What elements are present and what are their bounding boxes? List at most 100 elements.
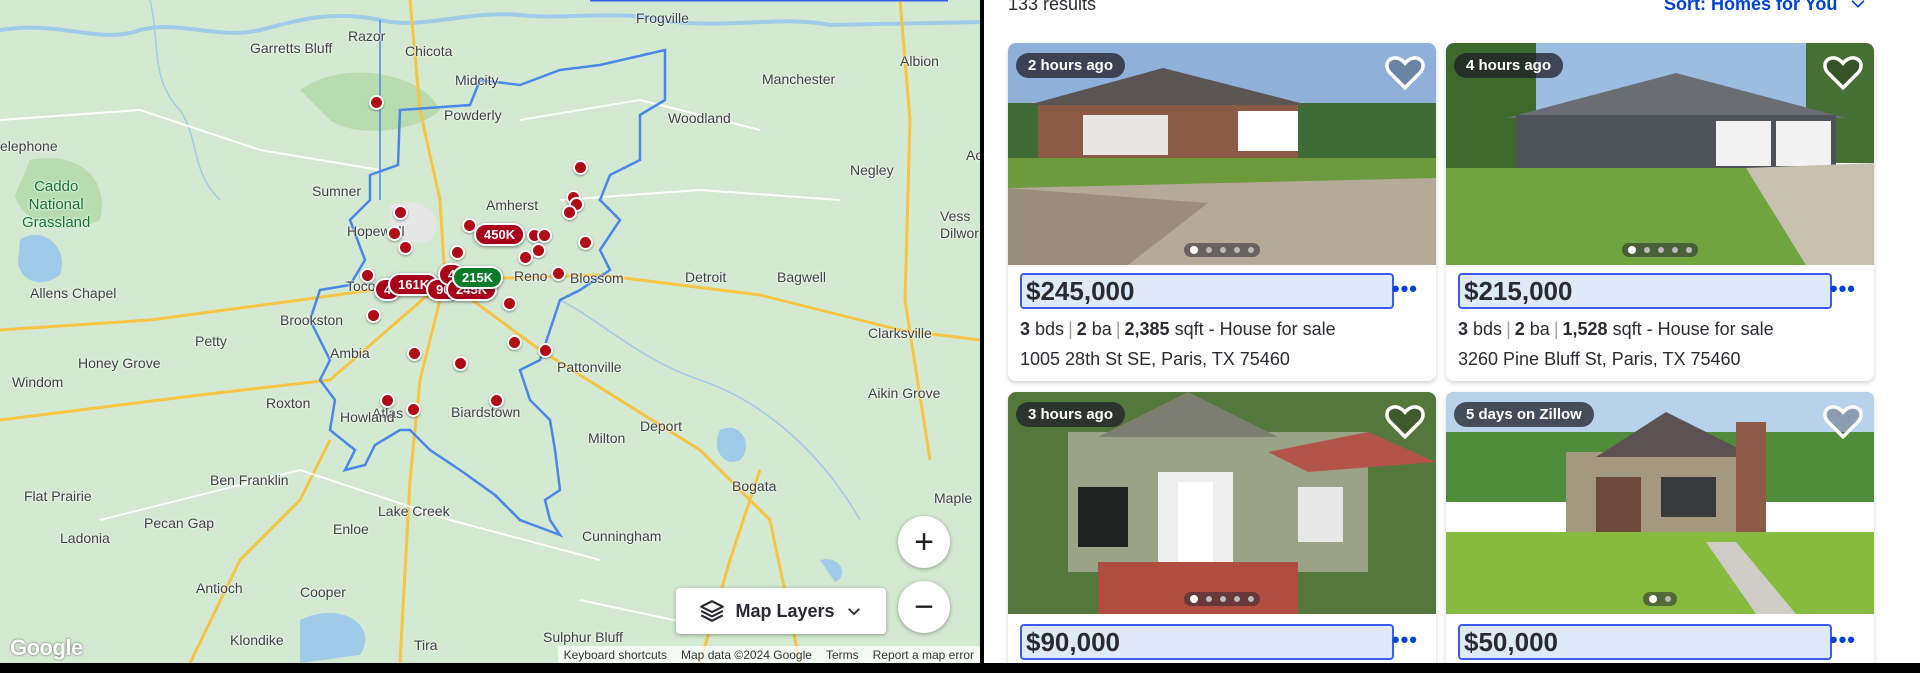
listing-pin[interactable] bbox=[538, 343, 553, 358]
map-view[interactable]: Garretts Bluff Razor Chicota Frogville A… bbox=[0, 0, 980, 663]
listing-pin[interactable] bbox=[502, 296, 517, 311]
listing-pin[interactable] bbox=[380, 393, 395, 408]
listing-pin[interactable] bbox=[531, 243, 546, 258]
listing-price[interactable]: $90,000 bbox=[1020, 624, 1394, 660]
place-label: Maple bbox=[934, 490, 973, 506]
place-label: Honey Grove bbox=[78, 355, 161, 371]
photo-carousel-dots bbox=[1008, 243, 1436, 257]
listing-pin[interactable] bbox=[562, 205, 577, 220]
place-label: Dilwor bbox=[940, 225, 979, 241]
map-data-text: Map data ©2024 Google bbox=[681, 647, 812, 662]
listing-pin[interactable] bbox=[573, 160, 588, 175]
listing-price[interactable]: $50,000 bbox=[1458, 624, 1832, 660]
place-label: Garretts Bluff bbox=[250, 40, 333, 56]
keyboard-shortcuts-link[interactable]: Keyboard shortcuts bbox=[564, 648, 667, 662]
listing-photo[interactable]: 2 hours ago bbox=[1008, 43, 1436, 265]
heart-icon[interactable] bbox=[1822, 400, 1864, 442]
listing-pin[interactable] bbox=[489, 393, 504, 408]
listing-price[interactable]: $215,000 bbox=[1458, 273, 1832, 309]
price-pin[interactable]: 450K bbox=[474, 223, 526, 246]
baths-unit: ba bbox=[1529, 319, 1550, 339]
sort-label: Sort: Homes for You bbox=[1664, 0, 1838, 14]
chevron-down-icon bbox=[1851, 0, 1865, 8]
map-canvas bbox=[0, 0, 980, 663]
place-label: Bogata bbox=[732, 478, 777, 494]
place-label: Woodland bbox=[668, 110, 731, 126]
listing-pin[interactable] bbox=[406, 402, 421, 417]
listing-pin[interactable] bbox=[369, 95, 384, 110]
listing-price[interactable]: $245,000 bbox=[1020, 273, 1394, 309]
listing-pin[interactable] bbox=[537, 228, 552, 243]
place-label: Allens Chapel bbox=[30, 285, 117, 301]
layers-icon bbox=[700, 600, 725, 622]
listing-photo[interactable]: 5 days on Zillow bbox=[1446, 392, 1874, 614]
listing-card[interactable]: 5 days on Zillow $50,000 ••• bbox=[1446, 392, 1874, 663]
listing-facts: 3 bds | 2 ba | 2,385 sqft - House for sale bbox=[1020, 319, 1336, 339]
price-pin[interactable]: 215K bbox=[452, 266, 504, 289]
place-label: Aikin Grove bbox=[868, 385, 941, 401]
map-layers-button[interactable]: Map Layers bbox=[676, 588, 886, 634]
listing-photo[interactable]: 4 hours ago bbox=[1446, 43, 1874, 265]
listing-card[interactable]: 3 hours ago $90,000 ••• bbox=[1008, 392, 1436, 663]
results-panel[interactable]: 133 results Sort: Homes for You 2 hours … bbox=[984, 0, 1920, 663]
place-label: elephone bbox=[0, 138, 58, 154]
place-label: Ambia bbox=[330, 345, 370, 361]
place-label: Howland bbox=[340, 409, 395, 425]
listing-address[interactable]: 3260 Pine Bluff St, Paris, TX 75460 bbox=[1458, 349, 1741, 370]
heart-icon[interactable] bbox=[1384, 400, 1426, 442]
listing-pin[interactable] bbox=[450, 245, 465, 260]
place-label: Roxton bbox=[266, 395, 311, 411]
listing-pin[interactable] bbox=[366, 308, 381, 323]
zoom-out-button[interactable]: − bbox=[898, 581, 950, 633]
listing-pin[interactable] bbox=[551, 266, 566, 281]
more-options-icon[interactable]: ••• bbox=[1830, 627, 1856, 653]
park-label: Caddo National Grassland bbox=[22, 178, 91, 231]
beds-count: 3 bbox=[1458, 319, 1469, 339]
place-label: Ac bbox=[966, 147, 980, 163]
listing-pin[interactable] bbox=[398, 240, 413, 255]
place-label: Tira bbox=[414, 637, 438, 653]
place-label: Frogville bbox=[636, 10, 689, 26]
sqft-value: 1,528 bbox=[1562, 319, 1608, 339]
place-label: Petty bbox=[195, 333, 227, 349]
listing-pin[interactable] bbox=[393, 205, 408, 220]
results-count: 133 results bbox=[1008, 0, 1097, 14]
sqft-unit: sqft bbox=[1612, 319, 1642, 339]
place-label: Amherst bbox=[486, 197, 539, 213]
sort-dropdown[interactable]: Sort: Homes for You bbox=[1664, 0, 1866, 15]
listing-card[interactable]: 4 hours ago $215,000 ••• 3 bds | 2 ba | 1,52… bbox=[1446, 43, 1874, 381]
zoom-in-button[interactable]: + bbox=[898, 516, 950, 568]
place-label: Midcity bbox=[455, 72, 499, 88]
listing-pin[interactable] bbox=[387, 226, 402, 241]
listing-pin[interactable] bbox=[360, 268, 375, 283]
baths-count: 2 bbox=[1514, 319, 1525, 339]
photo-carousel-dots bbox=[1008, 592, 1436, 606]
heart-icon[interactable] bbox=[1384, 51, 1426, 93]
photo-carousel-dots bbox=[1446, 592, 1874, 606]
beds-count: 3 bbox=[1020, 319, 1031, 339]
place-label: Blossom bbox=[570, 270, 624, 286]
place-label: Sulphur Bluff bbox=[543, 629, 623, 645]
more-options-icon[interactable]: ••• bbox=[1392, 627, 1418, 653]
listing-pin[interactable] bbox=[518, 250, 533, 265]
listing-pin[interactable] bbox=[407, 346, 422, 361]
listing-pin[interactable] bbox=[578, 235, 593, 250]
terms-link[interactable]: Terms bbox=[826, 648, 859, 662]
listing-photo[interactable]: 3 hours ago bbox=[1008, 392, 1436, 614]
listing-card[interactable]: 2 hours ago $245,000 ••• 3 bds | 2 ba | 2,38… bbox=[1008, 43, 1436, 381]
place-label: Albion bbox=[900, 53, 939, 69]
heart-icon[interactable] bbox=[1822, 51, 1864, 93]
listing-badge: 2 hours ago bbox=[1016, 53, 1126, 78]
place-label: Pattonville bbox=[557, 359, 622, 375]
baths-unit: ba bbox=[1091, 319, 1112, 339]
listing-address[interactable]: 1005 28th St SE, Paris, TX 75460 bbox=[1020, 349, 1290, 370]
place-label: Lake Creek bbox=[378, 503, 450, 519]
listing-pin[interactable] bbox=[507, 335, 522, 350]
listing-badge: 3 hours ago bbox=[1016, 402, 1126, 427]
more-options-icon[interactable]: ••• bbox=[1392, 276, 1418, 302]
more-options-icon[interactable]: ••• bbox=[1830, 276, 1856, 302]
place-label: Vess bbox=[940, 208, 971, 224]
report-map-error-link[interactable]: Report a map error bbox=[873, 648, 974, 662]
listing-pin[interactable] bbox=[453, 356, 468, 371]
place-label: Powderly bbox=[444, 107, 502, 123]
